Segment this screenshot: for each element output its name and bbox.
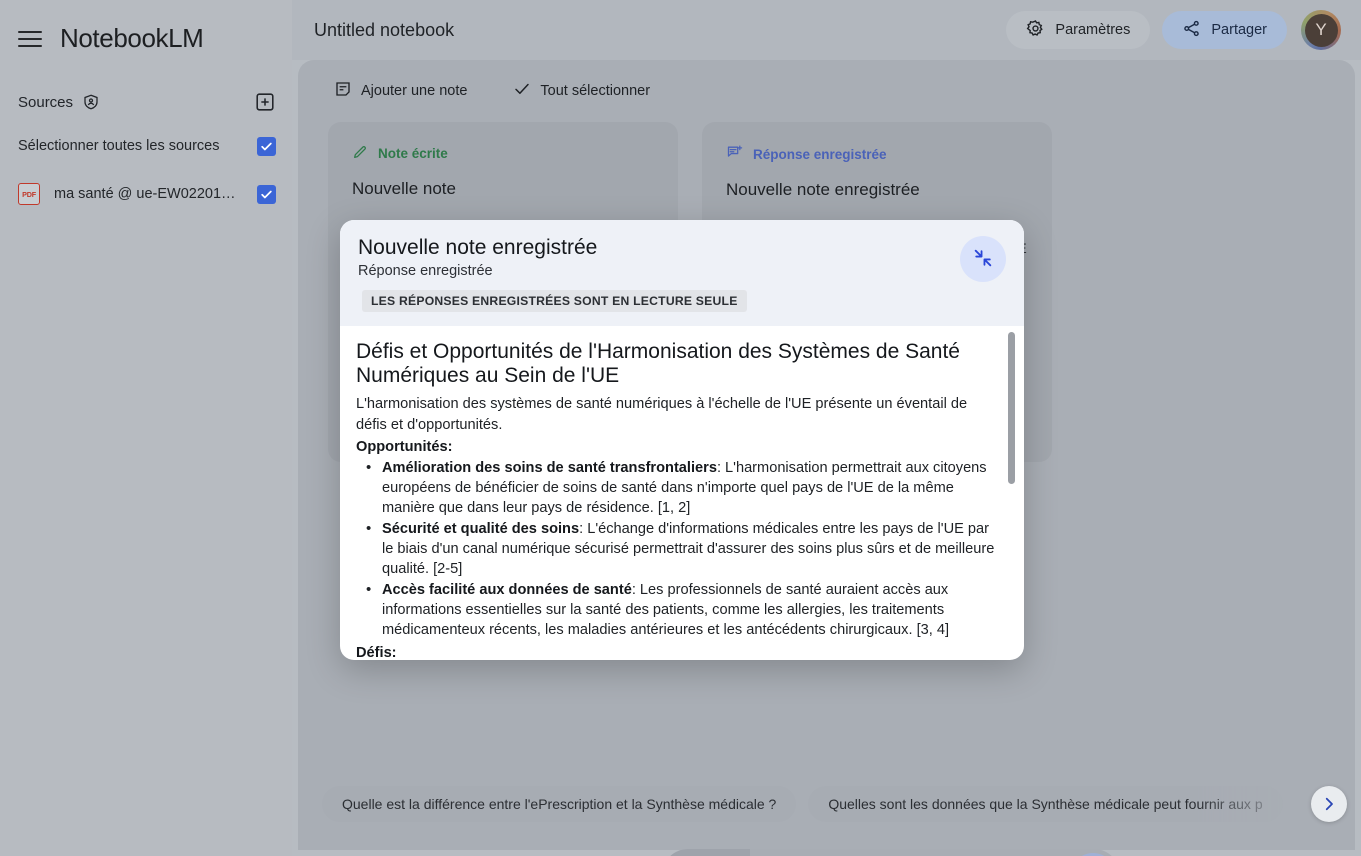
- check-icon: [513, 80, 531, 102]
- brand-row: NotebookLM: [0, 0, 292, 60]
- collapse-arrows-icon: [972, 247, 994, 272]
- modal-title: Nouvelle note enregistrée: [358, 236, 1002, 260]
- note-card-title: Nouvelle note: [352, 179, 654, 199]
- select-all-notes-button[interactable]: Tout sélectionner: [513, 80, 650, 102]
- avatar[interactable]: Y: [1301, 10, 1341, 50]
- select-all-sources-checkbox[interactable]: [257, 137, 276, 156]
- notes-toolbar: Ajouter une note Tout sélectionner: [298, 60, 1355, 122]
- modal-subtitle: Réponse enregistrée: [358, 263, 1002, 279]
- source-name: ma santé @ ue-EW02201…: [54, 186, 236, 202]
- list-item-term: Accès facilité aux données de santé: [382, 582, 632, 598]
- modal-body: Défis et Opportunités de l'Harmonisation…: [340, 326, 1024, 660]
- modal-scrollbar[interactable]: [1008, 332, 1015, 484]
- source-list-item[interactable]: PDF ma santé @ ue-EW02201…: [0, 177, 292, 211]
- note-kind-label: Note écrite: [378, 146, 448, 161]
- share-icon: [1182, 19, 1201, 42]
- source-count-badge: 1 source: [662, 849, 750, 856]
- app-title: NotebookLM: [60, 23, 203, 54]
- select-all-sources-row[interactable]: Sélectionner toutes les sources: [0, 129, 292, 163]
- avatar-initial: Y: [1305, 14, 1338, 47]
- add-note-button[interactable]: Ajouter une note: [334, 80, 467, 102]
- suggestion-chips: Quelle est la différence entre l'ePrescr…: [304, 770, 1361, 838]
- suggestion-chip[interactable]: Quelle est la différence entre l'ePrescr…: [322, 786, 796, 822]
- note-kind-label: Réponse enregistrée: [753, 147, 887, 162]
- sources-header: Sources: [0, 82, 292, 122]
- saved-response-icon: [726, 144, 743, 164]
- hamburger-icon[interactable]: [18, 29, 42, 47]
- sidebar: NotebookLM Sources Sélectionner toutes l: [0, 0, 292, 856]
- doc-section-challenges: Défis:: [356, 643, 998, 660]
- chevron-right-icon[interactable]: [1311, 786, 1347, 822]
- readonly-badge: LES RÉPONSES ENREGISTRÉES SONT EN LECTUR…: [362, 290, 747, 312]
- shield-person-icon: [82, 93, 100, 111]
- suggestion-chip[interactable]: Quelles sont les données que la Synthèse…: [808, 786, 1282, 822]
- select-all-sources-label: Sélectionner toutes les sources: [18, 138, 220, 154]
- gear-icon: [1026, 19, 1045, 42]
- note-add-icon: [334, 80, 352, 102]
- bottom-bar: Afficher la discussion 1 source: [304, 840, 1361, 856]
- settings-label: Paramètres: [1055, 22, 1130, 38]
- list-item-term: Sécurité et qualité des soins: [382, 521, 579, 537]
- share-button[interactable]: Partager: [1162, 11, 1287, 49]
- collapse-button[interactable]: [960, 236, 1006, 282]
- notebooklm-app: NotebookLM Sources Sélectionner toutes l: [0, 0, 1361, 856]
- top-bar: Untitled notebook Paramètres: [292, 0, 1361, 60]
- doc-intro: L'harmonisation des systèmes de santé nu…: [356, 394, 998, 435]
- add-note-label: Ajouter une note: [361, 83, 467, 99]
- list-item: Accès facilité aux données de santé: Les…: [356, 581, 998, 641]
- chat-composer: 1 source: [662, 849, 1120, 856]
- share-label: Partager: [1211, 22, 1267, 38]
- doc-section-opportunities: Opportunités:: [356, 437, 998, 458]
- note-kind-written: Note écrite: [352, 144, 654, 163]
- settings-button[interactable]: Paramètres: [1006, 11, 1150, 49]
- opportunities-list: Amélioration des soins de santé transfro…: [356, 459, 998, 641]
- list-item-term: Amélioration des soins de santé transfro…: [382, 460, 717, 476]
- pencil-icon: [352, 144, 368, 163]
- list-item: Sécurité et qualité des soins: L'échange…: [356, 520, 998, 580]
- notebook-title[interactable]: Untitled notebook: [314, 20, 454, 41]
- sources-label: Sources: [18, 94, 73, 111]
- list-item: Amélioration des soins de santé transfro…: [356, 459, 998, 519]
- note-kind-saved: Réponse enregistrée: [726, 144, 1028, 164]
- saved-response-modal: Nouvelle note enregistrée Réponse enregi…: [340, 220, 1024, 660]
- doc-heading: Défis et Opportunités de l'Harmonisation…: [356, 340, 998, 388]
- modal-header: Nouvelle note enregistrée Réponse enregi…: [340, 220, 1024, 326]
- pdf-icon: PDF: [18, 183, 40, 205]
- source-checkbox[interactable]: [257, 185, 276, 204]
- select-all-notes-label: Tout sélectionner: [540, 83, 650, 99]
- add-source-icon[interactable]: [254, 91, 276, 113]
- note-card-title: Nouvelle note enregistrée: [726, 180, 1028, 200]
